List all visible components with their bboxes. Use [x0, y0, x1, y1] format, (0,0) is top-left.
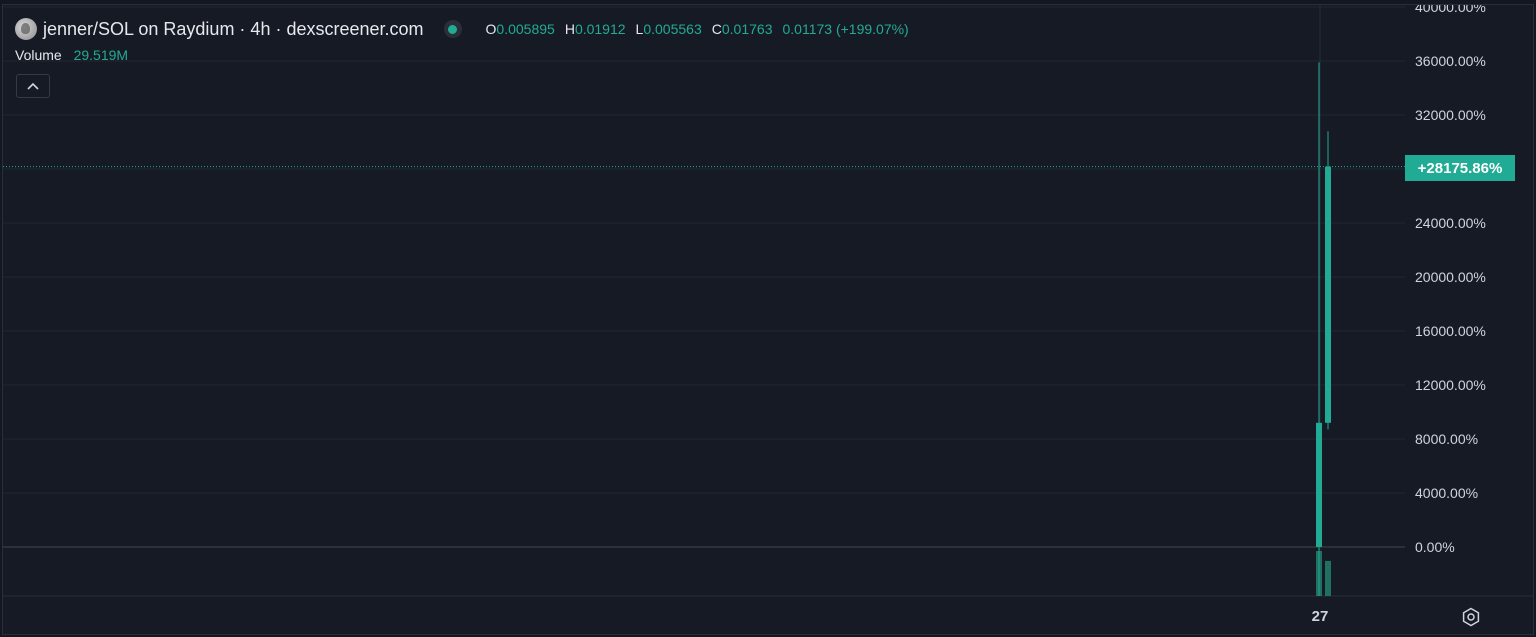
live-status-dot-icon [443, 20, 462, 38]
y-tick-label: 24000.00% [1415, 215, 1486, 231]
x-tick-label: 27 [1312, 608, 1329, 625]
high-value: 0.01912 [574, 21, 626, 37]
y-axis: 0.00% 4000.00% 8000.00% 12000.00% 16000.00% 2… [1415, 5, 1486, 555]
y-tick-label: 8000.00% [1415, 431, 1478, 447]
chart-frame: 0.00% 4000.00% 8000.00% 12000.00% 16000.00% 2… [2, 4, 1534, 635]
volume-value: 29.519M [73, 47, 129, 63]
x-axis: 27 [1312, 608, 1329, 625]
last-price-badge: +28175.86% [1405, 155, 1515, 181]
grid-layer [3, 5, 1533, 597]
close-value: 0.01763 [721, 21, 773, 37]
y-tick-label: 40000.00% [1415, 5, 1486, 15]
token-avatar-icon [15, 18, 37, 40]
gear-icon [1462, 607, 1480, 627]
volume-label: Volume [15, 47, 62, 63]
y-tick-label: 0.00% [1415, 539, 1455, 555]
low-value: 0.005563 [643, 21, 702, 37]
change-value: 0.01173 (+199.07%) [782, 21, 909, 37]
low-label: L [635, 21, 644, 37]
y-tick-label: 4000.00% [1415, 485, 1478, 501]
y-tick-label: 16000.00% [1415, 323, 1486, 339]
volume-layer [1316, 551, 1331, 596]
y-tick-label: 12000.00% [1415, 377, 1486, 393]
close-label: C [711, 21, 722, 37]
volume-bar [1325, 560, 1331, 596]
collapse-legend-button[interactable] [16, 74, 50, 98]
candle-layer [1316, 62, 1331, 596]
candle-body[interactable] [1325, 166, 1331, 423]
y-tick-label: 20000.00% [1415, 269, 1486, 285]
volume-legend: Volume 29.519M [15, 47, 128, 63]
open-value: 0.005895 [496, 21, 555, 37]
y-tick-label: 36000.00% [1415, 53, 1486, 69]
high-label: H [564, 21, 575, 37]
chart-settings-button[interactable] [1459, 605, 1483, 629]
price-chart[interactable]: 0.00% 4000.00% 8000.00% 12000.00% 16000.00% 2… [3, 5, 1534, 635]
pair-title: jenner/SOL on Raydium · 4h · dexscreener… [43, 18, 424, 39]
chevron-up-icon [27, 82, 39, 90]
chart-legend: jenner/SOL on Raydium · 4h · dexscreener… [15, 17, 909, 41]
open-label: O [485, 21, 497, 37]
ohlc-readout: O 0.005895 H 0.01912 L 0.005563 C 0.0176… [486, 21, 909, 37]
y-tick-label: 32000.00% [1415, 107, 1486, 123]
candle-body[interactable] [1316, 422, 1322, 547]
